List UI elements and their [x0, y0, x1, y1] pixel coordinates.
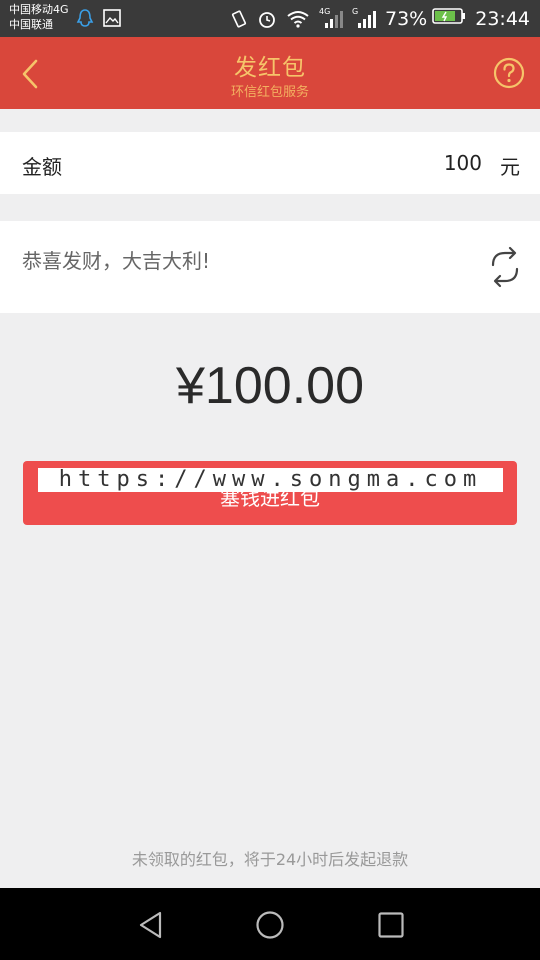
vibrate-icon — [230, 9, 248, 29]
page-title: 发红包 — [234, 55, 306, 81]
clock: 23:44 — [475, 7, 530, 30]
help-button[interactable] — [493, 57, 525, 89]
nav-back-button[interactable] — [136, 910, 166, 940]
qq-icon — [76, 8, 94, 28]
refund-notice: 未领取的红包，将于24小时后发起退款 — [131, 850, 409, 869]
greeting-field[interactable]: 恭喜发财，大吉大利! — [0, 221, 540, 313]
carrier-1: 中国移动4G — [9, 3, 69, 16]
watermark-text: https://www.songma.com — [38, 468, 503, 492]
net-g-label: G — [352, 6, 359, 16]
square-recent-icon — [378, 912, 404, 938]
page-subtitle: 环信红包服务 — [230, 85, 309, 100]
image-icon — [102, 8, 122, 28]
status-bar: 中国移动4G 中国联通 4G G 73% 23:44 — [0, 0, 540, 37]
greeting-input[interactable]: 恭喜发财，大吉大利! — [22, 245, 210, 274]
status-right: 4G G 73% 23:44 — [230, 0, 530, 37]
alarm-icon — [257, 9, 277, 29]
net-4g-label: 4G — [319, 6, 331, 16]
wifi-icon — [286, 10, 310, 28]
battery-percent: 73% — [385, 7, 428, 30]
question-circle-icon — [493, 57, 525, 89]
notification-icons — [76, 8, 122, 28]
signal-g-icon: G — [352, 6, 376, 29]
carrier-2: 中国联通 — [9, 18, 53, 31]
nav-home-button[interactable] — [255, 910, 285, 940]
header-bar: 发红包 环信红包服务 — [0, 37, 540, 109]
nav-recent-button[interactable] — [376, 910, 406, 940]
carrier-info: 中国移动4G 中国联通 — [9, 2, 69, 32]
signal-4g-icon: 4G — [319, 6, 343, 29]
refresh-greeting-button[interactable] — [488, 245, 522, 289]
amount-input[interactable]: 100 — [444, 151, 482, 175]
system-nav-bar — [0, 888, 540, 960]
amount-label: 金额 — [22, 155, 62, 179]
amount-unit: 元 — [500, 155, 520, 179]
battery-icon — [432, 7, 466, 30]
triangle-back-icon — [139, 911, 162, 939]
circle-home-icon — [256, 911, 284, 939]
amount-field[interactable]: 金额 100 元 — [0, 132, 540, 194]
refresh-icon — [491, 246, 519, 288]
amount-display: ¥100.00 — [176, 357, 364, 415]
battery: 73% — [385, 7, 466, 30]
